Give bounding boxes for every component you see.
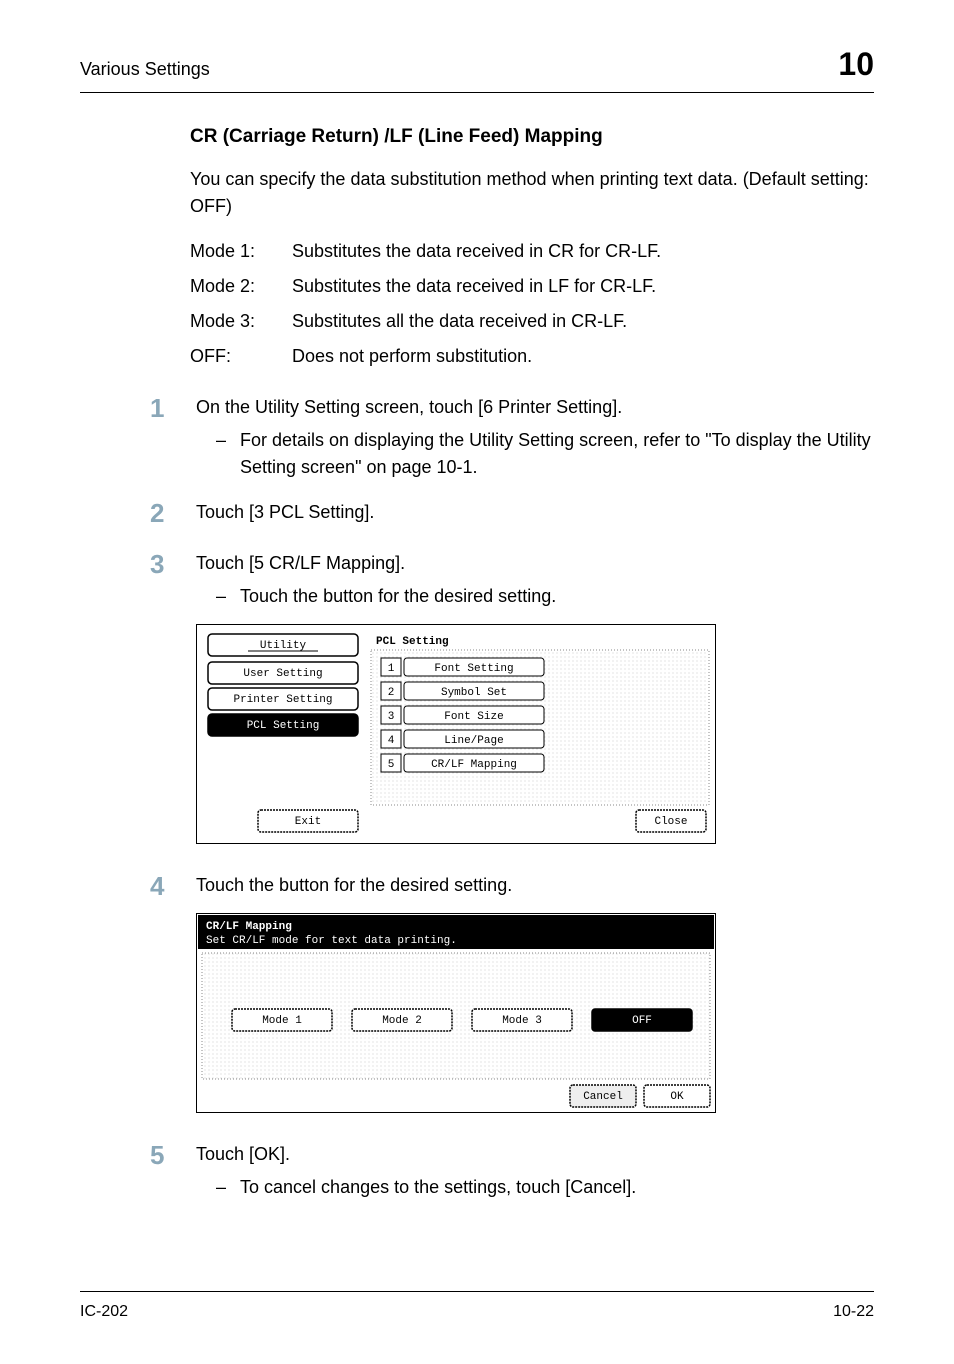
menu-font-setting[interactable]: Font Setting [434,663,513,675]
step-text: Touch [5 CR/LF Mapping]. [196,550,874,577]
svg-text:5: 5 [388,759,395,771]
mode-label: OFF: [190,343,266,370]
step-2: 2 Touch [3 PCL Setting]. [150,499,874,532]
mode-desc: Does not perform substitution. [292,343,532,370]
step-number: 5 [150,1141,172,1170]
menu-symbol-set[interactable]: Symbol Set [441,687,507,699]
svg-text:2: 2 [388,687,395,699]
step-number: 1 [150,394,172,423]
option-mode-3[interactable]: Mode 3 [502,1015,542,1027]
menu-font-size[interactable]: Font Size [444,711,503,723]
dialog-title: CR/LF Mapping [206,921,292,933]
option-mode-1[interactable]: Mode 1 [262,1015,302,1027]
mode-desc: Substitutes the data received in CR for … [292,238,661,265]
mode-label: Mode 1: [190,238,266,265]
menu-line-page[interactable]: Line/Page [444,735,503,747]
bullet-dash: – [216,583,226,610]
step-subtext: Touch the button for the desired setting… [240,583,556,610]
page-number-chapter: 10 [838,40,874,88]
step-subtext: To cancel changes to the settings, touch… [240,1174,636,1201]
svg-text:3: 3 [388,711,395,723]
page-footer: IC-202 10-22 [80,1291,874,1324]
dialog-subtitle: Set CR/LF mode for text data printing. [206,935,457,947]
step-1: 1 On the Utility Setting screen, touch [… [150,394,874,481]
pcl-setting-screenshot: Utility User Setting Printer Setting PCL… [196,624,874,844]
step-text: Touch the button for the desired setting… [196,872,874,899]
step-4: 4 Touch the button for the desired setti… [150,872,874,1123]
step-number: 4 [150,872,172,901]
section-heading: CR (Carriage Return) /LF (Line Feed) Map… [190,123,874,152]
step-subtext: For details on displaying the Utility Se… [240,427,874,481]
panel-title: PCL Setting [376,636,449,648]
bullet-dash: – [216,1174,226,1201]
mode-row: Mode 1: Substitutes the data received in… [190,238,874,265]
step-text: On the Utility Setting screen, touch [6 … [196,394,874,421]
option-off[interactable]: OFF [632,1015,652,1027]
tab-printer-setting[interactable]: Printer Setting [233,694,332,706]
step-text: Touch [OK]. [196,1141,874,1168]
footer-left: IC-202 [80,1300,128,1324]
exit-button[interactable]: Exit [295,816,321,828]
mode-desc: Substitutes all the data received in CR-… [292,308,627,335]
svg-text:4: 4 [388,735,395,747]
cancel-button[interactable]: Cancel [583,1091,623,1103]
close-button[interactable]: Close [654,816,687,828]
mode-definitions: Mode 1: Substitutes the data received in… [190,238,874,370]
step-text: Touch [3 PCL Setting]. [196,499,874,526]
mode-label: Mode 3: [190,308,266,335]
step-3: 3 Touch [5 CR/LF Mapping]. – Touch the b… [150,550,874,854]
page-header: Various Settings 10 [80,40,874,93]
mode-label: Mode 2: [190,273,266,300]
crlf-mapping-screenshot: CR/LF Mapping Set CR/LF mode for text da… [196,913,874,1113]
menu-crlf-mapping[interactable]: CR/LF Mapping [431,759,517,771]
mode-desc: Substitutes the data received in LF for … [292,273,656,300]
option-mode-2[interactable]: Mode 2 [382,1015,422,1027]
mode-row: Mode 2: Substitutes the data received in… [190,273,874,300]
mode-row: Mode 3: Substitutes all the data receive… [190,308,874,335]
header-title: Various Settings [80,56,210,83]
step-number: 3 [150,550,172,579]
footer-right: 10-22 [833,1300,874,1324]
tab-pcl-setting[interactable]: PCL Setting [247,720,320,732]
step-5: 5 Touch [OK]. – To cancel changes to the… [150,1141,874,1201]
bullet-dash: – [216,427,226,481]
svg-text:1: 1 [388,663,395,675]
step-number: 2 [150,499,172,528]
ok-button[interactable]: OK [670,1091,684,1103]
intro-paragraph: You can specify the data substitution me… [190,166,874,220]
mode-row: OFF: Does not perform substitution. [190,343,874,370]
tab-utility[interactable]: Utility [260,640,307,652]
tab-user-setting[interactable]: User Setting [243,668,322,680]
